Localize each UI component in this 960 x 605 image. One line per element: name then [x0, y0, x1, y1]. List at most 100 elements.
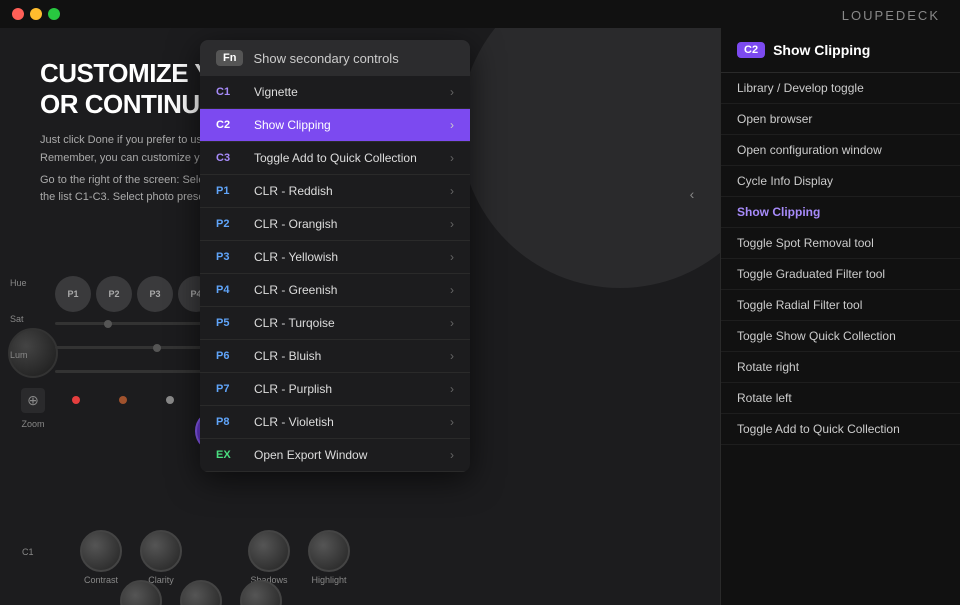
blacks-knob-group: Blacks: [180, 580, 222, 605]
clarity-knob[interactable]: [140, 530, 182, 572]
dropdown-item-c2[interactable]: C2 Show Clipping ›: [200, 109, 470, 142]
chevron-icon: ›: [450, 184, 454, 198]
right-panel-item-2[interactable]: Open configuration window: [721, 135, 960, 166]
item-badge: P8: [216, 416, 244, 428]
item-label: CLR - Greenish: [254, 283, 450, 297]
minimize-button[interactable]: [30, 8, 42, 20]
fn-header: Fn Show secondary controls: [200, 40, 470, 76]
chevron-icon: ›: [450, 415, 454, 429]
chevron-icon: ›: [450, 217, 454, 231]
dropdown-item-p4[interactable]: P4 CLR - Greenish ›: [200, 274, 470, 307]
chevron-icon: ›: [450, 85, 454, 99]
dropdown-items-container: C1 Vignette › C2 Show Clipping › C3 Togg…: [200, 76, 470, 472]
item-label: CLR - Violetish: [254, 415, 450, 429]
right-panel-badge: C2: [737, 42, 765, 58]
item-label: CLR - Orangish: [254, 217, 450, 231]
highlights-knob[interactable]: [308, 530, 350, 572]
item-label: Show Clipping: [254, 118, 450, 132]
whites-knob[interactable]: [240, 580, 282, 605]
shadows-knob-group: Shadows: [248, 530, 290, 585]
bottom-knobs-row: Contrast Clarity Shadows Highlight: [80, 530, 350, 585]
p1-button[interactable]: P1: [55, 276, 91, 312]
dropdown-item-p6[interactable]: P6 CLR - Bluish ›: [200, 340, 470, 373]
dropdown-item-c1[interactable]: C1 Vignette ›: [200, 76, 470, 109]
right-panel-item-3[interactable]: Cycle Info Display: [721, 166, 960, 197]
item-badge: P4: [216, 284, 244, 296]
traffic-lights: [12, 8, 60, 20]
dot-brown: [119, 396, 127, 404]
dropdown-panel: Fn Show secondary controls C1 Vignette ›…: [200, 40, 470, 472]
item-badge: C1: [216, 86, 244, 98]
right-panel-item-9[interactable]: Rotate right: [721, 352, 960, 383]
highlights-label: Highlight: [311, 575, 346, 585]
slider-thumb-2[interactable]: [153, 344, 161, 352]
right-panel-item-0[interactable]: Library / Develop toggle: [721, 73, 960, 104]
dot-red: [72, 396, 80, 404]
item-label: CLR - Turqoise: [254, 316, 450, 330]
dropdown-item-p3[interactable]: P3 CLR - Yellowish ›: [200, 241, 470, 274]
shadows-knob[interactable]: [248, 530, 290, 572]
exposure-knob-group: Exposure: [120, 580, 162, 605]
dropdown-item-p2[interactable]: P2 CLR - Orangish ›: [200, 208, 470, 241]
right-panel-item-7[interactable]: Toggle Radial Filter tool: [721, 290, 960, 321]
item-badge: P5: [216, 317, 244, 329]
item-label: CLR - Yellowish: [254, 250, 450, 264]
hue-label: Hue: [10, 278, 28, 288]
highlights-knob-group: Highlight: [308, 530, 350, 585]
chevron-icon: ›: [450, 283, 454, 297]
chevron-icon: ›: [450, 118, 454, 132]
title-bar: LOUPEDECK: [0, 0, 960, 28]
item-badge: P3: [216, 251, 244, 263]
blacks-knob[interactable]: [180, 580, 222, 605]
chevron-icon: ›: [450, 250, 454, 264]
sat-label: Sat: [10, 314, 28, 324]
chevron-icon: ›: [450, 448, 454, 462]
item-badge: EX: [216, 449, 244, 461]
exposure-knob[interactable]: [120, 580, 162, 605]
right-panel-item-10[interactable]: Rotate left: [721, 383, 960, 414]
item-label: Toggle Add to Quick Collection: [254, 151, 450, 165]
dropdown-item-p8[interactable]: P8 CLR - Violetish ›: [200, 406, 470, 439]
right-panel: C2 Show Clipping Library / Develop toggl…: [720, 28, 960, 605]
lowest-knobs-row: Exposure Blacks Whites: [120, 580, 282, 605]
right-panel-item-4[interactable]: Show Clipping: [721, 197, 960, 228]
dot-gray1: [166, 396, 174, 404]
slider-thumb-1[interactable]: [104, 320, 112, 328]
close-button[interactable]: [12, 8, 24, 20]
contrast-knob-group: Contrast: [80, 530, 122, 585]
item-label: CLR - Purplish: [254, 382, 450, 396]
right-panel-item-1[interactable]: Open browser: [721, 104, 960, 135]
spacer: [200, 530, 230, 585]
chevron-icon: ›: [450, 151, 454, 165]
zoom-label: Zoom: [21, 419, 44, 429]
c1-label: C1: [22, 547, 34, 557]
chevron-icon: ›: [450, 382, 454, 396]
lum-label: Lum: [10, 350, 28, 360]
dropdown-item-p5[interactable]: P5 CLR - Turqoise ›: [200, 307, 470, 340]
back-arrow-button[interactable]: ‹: [678, 180, 706, 208]
dropdown-item-p7[interactable]: P7 CLR - Purplish ›: [200, 373, 470, 406]
contrast-knob[interactable]: [80, 530, 122, 572]
chevron-icon: ›: [450, 349, 454, 363]
right-panel-item-11[interactable]: Toggle Add to Quick Collection: [721, 414, 960, 445]
plus-minus-icon[interactable]: ⊕: [27, 392, 39, 409]
item-label: Open Export Window: [254, 448, 450, 462]
right-panel-list: Library / Develop toggleOpen browserOpen…: [721, 73, 960, 445]
clarity-knob-group: Clarity: [140, 530, 182, 585]
item-label: Vignette: [254, 85, 450, 99]
right-panel-item-5[interactable]: Toggle Spot Removal tool: [721, 228, 960, 259]
fullscreen-button[interactable]: [48, 8, 60, 20]
p3-button[interactable]: P3: [137, 276, 173, 312]
hsl-labels: Hue Sat Lum: [10, 278, 28, 360]
item-badge: P1: [216, 185, 244, 197]
item-label: CLR - Reddish: [254, 184, 450, 198]
right-panel-item-6[interactable]: Toggle Graduated Filter tool: [721, 259, 960, 290]
fn-label: Show secondary controls: [253, 51, 398, 66]
p2-button[interactable]: P2: [96, 276, 132, 312]
right-panel-item-8[interactable]: Toggle Show Quick Collection: [721, 321, 960, 352]
dropdown-item-c3[interactable]: C3 Toggle Add to Quick Collection ›: [200, 142, 470, 175]
dropdown-item-ex[interactable]: EX Open Export Window ›: [200, 439, 470, 472]
dropdown-item-p1[interactable]: P1 CLR - Reddish ›: [200, 175, 470, 208]
whites-knob-group: Whites: [240, 580, 282, 605]
fn-badge: Fn: [216, 50, 243, 66]
